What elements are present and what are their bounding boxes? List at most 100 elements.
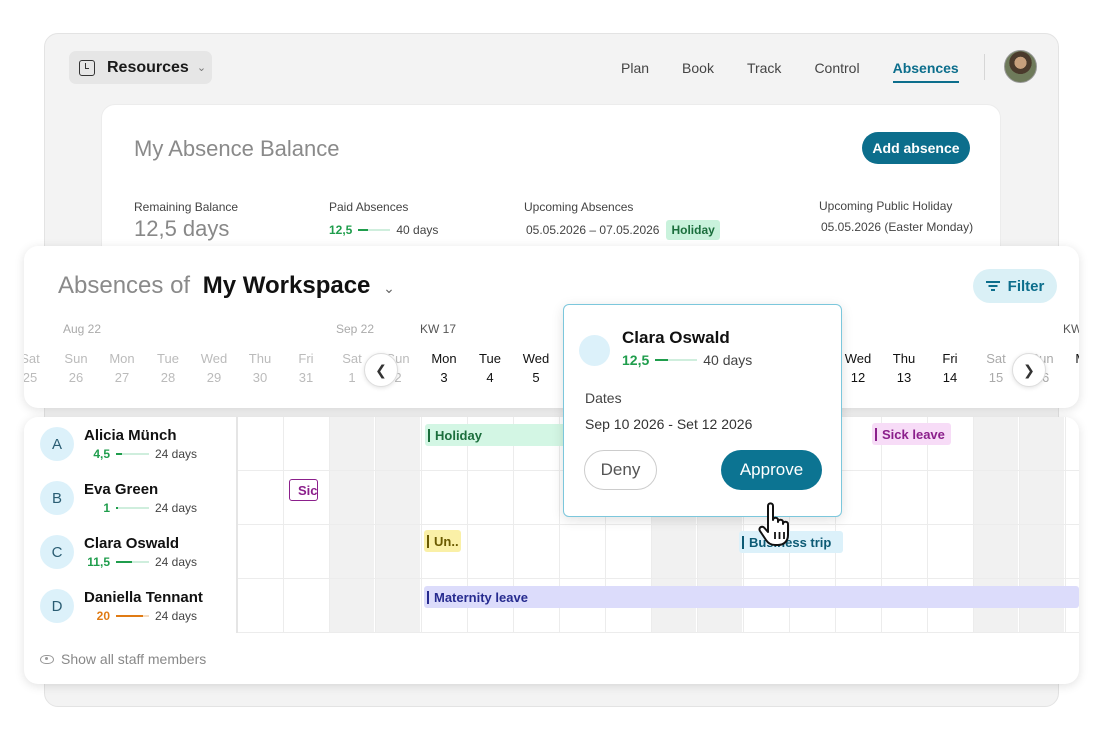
- balance-title: My Absence Balance: [134, 136, 340, 161]
- chevron-down-icon[interactable]: ⌄: [383, 280, 395, 296]
- absences-calendar-header: Absences of My Workspace ⌄ Filter Aug 22…: [24, 246, 1079, 408]
- absence-holiday[interactable]: Holiday: [425, 424, 569, 446]
- person-used: 4,5: [93, 447, 110, 461]
- person-total: 24 days: [155, 501, 198, 515]
- month-label-aug: Aug 22: [63, 322, 102, 336]
- person-balance: 11,5 24 days: [84, 555, 197, 569]
- absences-title: Absences of My Workspace ⌄: [58, 272, 395, 300]
- resources-dropdown[interactable]: Resources ⌄: [69, 51, 212, 84]
- nav-control[interactable]: Control: [814, 60, 859, 83]
- day-date: 26: [68, 370, 84, 385]
- absence-unpaid[interactable]: Un..: [424, 530, 461, 552]
- day-name: Tue: [479, 351, 501, 366]
- day-date: 31: [298, 370, 314, 385]
- table-row: B Eva Green 1 24 days Sic: [24, 471, 1079, 525]
- day-date: 13: [896, 370, 912, 385]
- person-name: Daniella Tennant: [84, 589, 203, 606]
- person-name: Eva Green: [84, 481, 159, 498]
- workspace-selector[interactable]: My Workspace: [203, 272, 371, 299]
- day-column-header: Mon 27: [99, 351, 145, 385]
- person-progress-bar: [116, 561, 149, 563]
- table-row: C Clara Oswald 11,5 24 days Un.. Busines…: [24, 525, 1079, 579]
- remaining-balance: Remaining Balance 12,5 days: [134, 200, 238, 242]
- popover-balance: 12,5 40 days: [622, 352, 752, 368]
- popover-person-name: Clara Oswald: [622, 328, 730, 347]
- day-column-header: Sun 26: [53, 351, 99, 385]
- deny-button[interactable]: Deny: [584, 450, 657, 490]
- day-column-header: Thu 13: [881, 351, 927, 385]
- previous-week-button[interactable]: ❮: [364, 353, 398, 387]
- approve-button[interactable]: Approve: [721, 450, 822, 490]
- person-cell[interactable]: B Eva Green 1 24 days: [24, 471, 238, 525]
- person-used: 11,5: [87, 555, 110, 569]
- avatar: B: [40, 481, 74, 515]
- upcoming-public-holiday: Upcoming Public Holiday 05.05.2026 (East…: [819, 199, 973, 234]
- absence-maternity-leave[interactable]: Maternity leave: [424, 586, 1079, 608]
- nav-absences[interactable]: Absences: [892, 60, 959, 83]
- day-date: 25: [24, 370, 38, 385]
- day-column-header: Wed 29: [191, 351, 237, 385]
- person-cell[interactable]: A Alicia Münch 4,5 24 days: [24, 417, 238, 471]
- day-column-header: Sat 25: [24, 351, 53, 385]
- absence-sick-leave[interactable]: Sick leave: [872, 423, 951, 445]
- day-name: Mon: [431, 351, 457, 366]
- person-used: 20: [96, 609, 110, 623]
- day-name: Thu: [248, 351, 272, 366]
- day-column-header: Mon 17: [1065, 351, 1079, 385]
- day-date: 28: [160, 370, 176, 385]
- popover-used: 12,5: [622, 352, 650, 368]
- chevron-down-icon: ⌄: [196, 62, 207, 74]
- person-balance: 4,5 24 days: [84, 447, 197, 461]
- filter-label: Filter: [1007, 277, 1045, 295]
- person-cell[interactable]: D Daniella Tennant 20 24 days: [24, 579, 238, 633]
- remaining-value: 12,5 days: [134, 216, 230, 241]
- table-row: D Daniella Tennant 20 24 days Maternity …: [24, 579, 1079, 633]
- user-avatar[interactable]: [1004, 50, 1037, 83]
- holiday-value: 05.05.2026 (Easter Monday): [821, 220, 974, 234]
- absence-balance-card: My Absence Balance Add absence Remaining…: [101, 104, 1001, 264]
- person-progress-bar: [116, 453, 149, 455]
- day-name: Mon: [109, 351, 135, 366]
- holiday-label: Upcoming Public Holiday: [819, 199, 953, 213]
- nav-plan[interactable]: Plan: [621, 60, 649, 83]
- day-date: 3: [440, 370, 448, 385]
- day-column-header: Thu 30: [237, 351, 283, 385]
- absences-title-prefix: Absences: [58, 272, 164, 299]
- show-all-staff-link[interactable]: Show all staff members: [40, 651, 206, 667]
- absence-sick-leave[interactable]: Sic: [289, 479, 318, 501]
- nav-book[interactable]: Book: [682, 60, 714, 83]
- avatar: D: [40, 589, 74, 623]
- paid-absences: Paid Absences 12,5 40 days: [329, 200, 438, 237]
- avatar: A: [40, 427, 74, 461]
- filter-button[interactable]: Filter: [973, 269, 1057, 303]
- upcoming-label: Upcoming Absences: [524, 200, 634, 214]
- upcoming-tag: Holiday: [666, 220, 720, 240]
- paid-progress-bar: [358, 229, 391, 231]
- day-date: 27: [114, 370, 130, 385]
- avatar: [579, 335, 610, 366]
- person-total: 24 days: [155, 609, 198, 623]
- day-date: 17: [1065, 370, 1079, 385]
- day-column-header: Fri 14: [927, 351, 973, 385]
- nav-track[interactable]: Track: [747, 60, 781, 83]
- day-name: Mon: [1065, 351, 1079, 366]
- calendar-week-label-next: KW: [1063, 322, 1079, 336]
- add-absence-button[interactable]: Add absence: [862, 132, 970, 164]
- paid-used: 12,5: [329, 223, 353, 237]
- remaining-label: Remaining Balance: [134, 200, 239, 214]
- clock-icon: [79, 59, 95, 76]
- show-all-label: Show all staff members: [61, 651, 207, 667]
- next-week-button[interactable]: ❯: [1012, 353, 1046, 387]
- chevron-left-icon: ❮: [375, 361, 387, 378]
- day-column-header: Mon 3: [421, 351, 467, 385]
- popover-dates-value: Sep 10 2026 - Set 12 2026: [585, 416, 753, 432]
- person-cell[interactable]: C Clara Oswald 11,5 24 days: [24, 525, 238, 579]
- person-total: 24 days: [155, 447, 198, 461]
- person-balance: 20 24 days: [84, 609, 197, 623]
- person-balance: 1 24 days: [84, 501, 197, 515]
- person-name: Clara Oswald: [84, 535, 180, 552]
- day-column-header: Fri 31: [283, 351, 329, 385]
- person-progress-bar: [116, 615, 149, 617]
- popover-total: 40 days: [703, 352, 753, 368]
- absence-request-popover: Clara Oswald 12,5 40 days Dates Sep 10 2…: [563, 304, 842, 517]
